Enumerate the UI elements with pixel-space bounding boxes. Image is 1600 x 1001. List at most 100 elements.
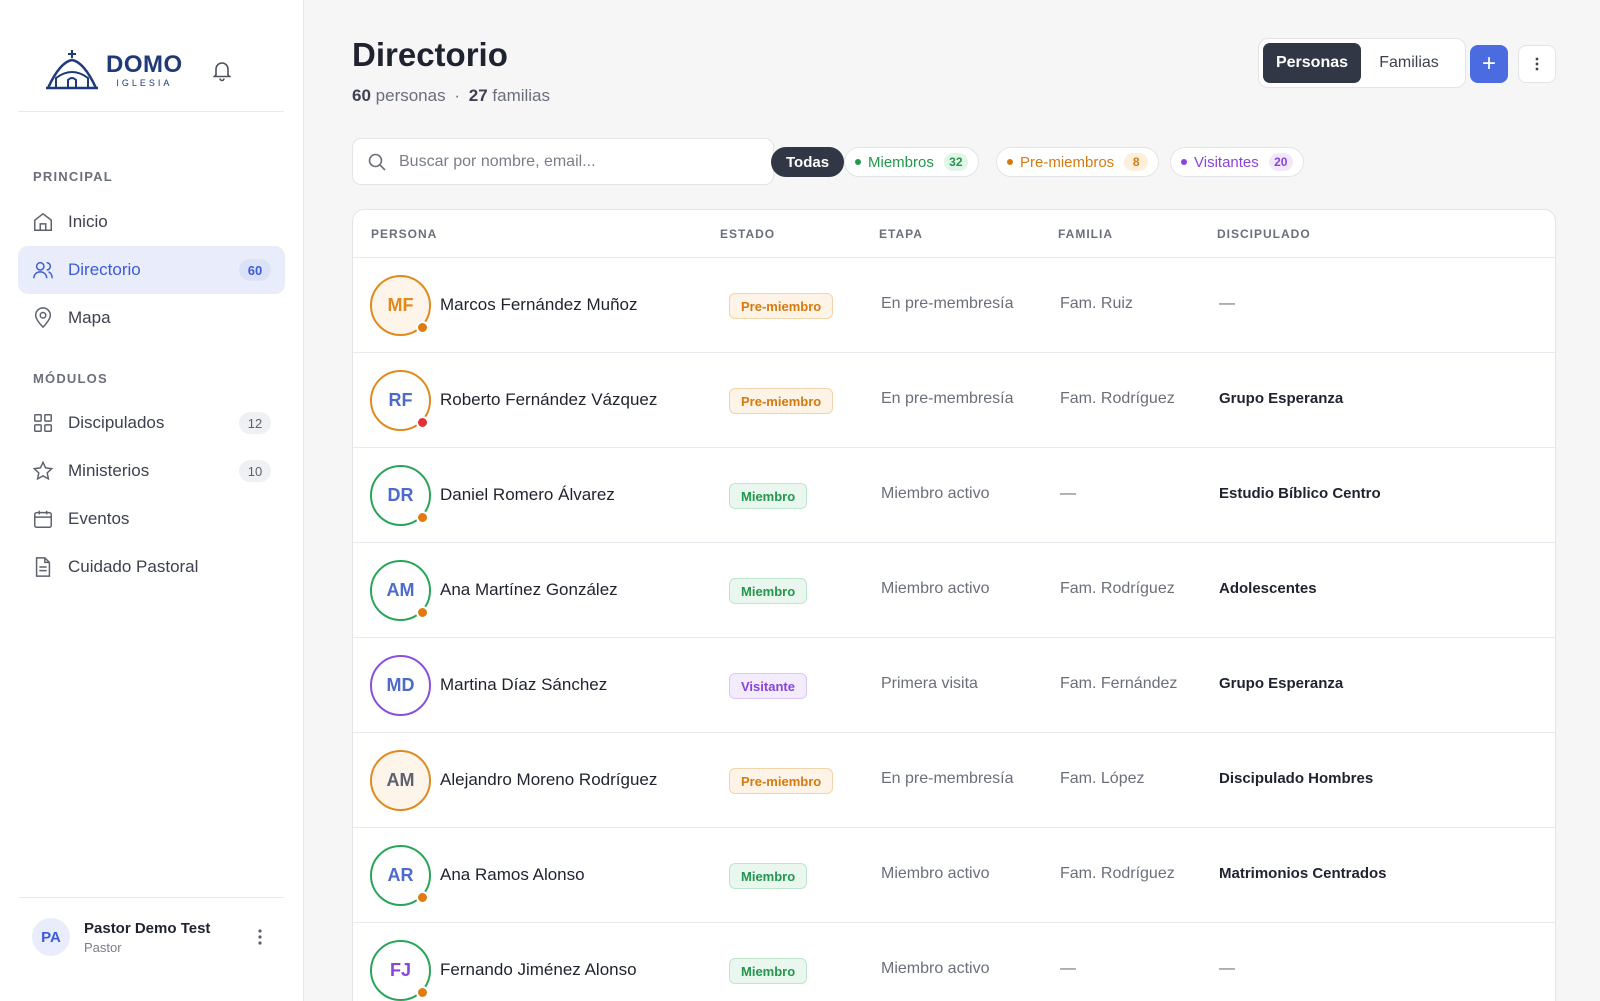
- discipulado-cell: —: [1219, 960, 1235, 977]
- sidebar-item-label: Directorio: [68, 260, 141, 279]
- sidebar: DOMO IGLESIA PRINCIPAL Inicio Directorio…: [0, 0, 304, 1001]
- table-row[interactable]: FJ Fernando Jiménez Alonso Miembro Miemb…: [353, 923, 1555, 1001]
- avatar: MF: [370, 275, 431, 336]
- sidebar-item-cuidado-pastoral[interactable]: Cuidado Pastoral: [18, 543, 285, 591]
- status-dot: [416, 321, 429, 334]
- search-input[interactable]: [399, 152, 759, 171]
- etapa-cell: En pre-membresía: [881, 295, 1014, 312]
- home-icon: [34, 212, 52, 231]
- sidebar-item-directorio[interactable]: Directorio 60: [18, 246, 285, 294]
- etapa-cell: Miembro activo: [881, 580, 990, 597]
- filter-chip-todas[interactable]: Todas: [771, 147, 845, 177]
- status-badge: Pre-miembro: [729, 293, 834, 319]
- person-name[interactable]: Ana Ramos Alonso: [440, 865, 585, 885]
- person-name[interactable]: Ana Martínez González: [440, 580, 618, 600]
- status-badge: Miembro: [729, 578, 808, 604]
- table-row[interactable]: MF Marcos Fernández Muñoz Pre-miembro En…: [353, 258, 1555, 353]
- familia-cell: Fam. López: [1060, 770, 1145, 787]
- sidebar-item-label: Eventos: [68, 509, 130, 528]
- person-name[interactable]: Roberto Fernández Vázquez: [440, 390, 657, 410]
- etapa-cell: Miembro activo: [881, 485, 990, 502]
- sidebar-item-eventos[interactable]: Eventos: [18, 495, 285, 543]
- directory-table: PERSONA ESTADO ETAPA FAMILIA DISCIPULADO…: [352, 209, 1556, 1001]
- sidebar-item-inicio[interactable]: Inicio: [18, 198, 285, 246]
- person-name[interactable]: Alejandro Moreno Rodríguez: [440, 770, 657, 790]
- discipulado-cell: Estudio Bíblico Centro: [1219, 485, 1381, 502]
- discipulado-cell: Grupo Esperanza: [1219, 390, 1344, 407]
- status-dot: [855, 159, 861, 165]
- sidebar-item-discipulados[interactable]: Discipulados 12: [18, 399, 285, 447]
- status-dot: [416, 606, 429, 619]
- avatar: AR: [370, 845, 431, 906]
- subtitle-separator: ·: [454, 86, 460, 105]
- familia-cell: Fam. Rodríguez: [1060, 865, 1175, 882]
- table-row[interactable]: DR Daniel Romero Álvarez Miembro Miembro…: [353, 448, 1555, 543]
- etapa-cell: En pre-membresía: [881, 390, 1014, 407]
- page-title: Directorio: [352, 36, 508, 73]
- familias-label: familias: [492, 86, 551, 105]
- status-dot: [1181, 159, 1187, 165]
- table-row[interactable]: AM Ana Martínez González Miembro Miembro…: [353, 543, 1555, 638]
- column-header-etapa[interactable]: ETAPA: [879, 227, 923, 241]
- filter-chip-visitantes[interactable]: Visitantes 20: [1170, 147, 1304, 177]
- status-dot: [416, 416, 429, 429]
- avatar: FJ: [370, 940, 431, 1001]
- etapa-cell: Primera visita: [881, 675, 978, 692]
- familia-cell: Fam. Ruiz: [1060, 295, 1133, 312]
- table-row[interactable]: AR Ana Ramos Alonso Miembro Miembro acti…: [353, 828, 1555, 923]
- table-row[interactable]: RF Roberto Fernández Vázquez Pre-miembro…: [353, 353, 1555, 448]
- status-dot: [416, 986, 429, 999]
- person-name[interactable]: Daniel Romero Álvarez: [440, 485, 615, 505]
- person-name[interactable]: Fernando Jiménez Alonso: [440, 960, 637, 980]
- sidebar-item-count: 60: [239, 259, 271, 281]
- add-button[interactable]: +: [1470, 45, 1508, 83]
- filter-chip-label: Miembros: [868, 153, 934, 171]
- main-content: Directorio 60 personas · 27 familias Per…: [304, 0, 1600, 1001]
- filter-chip-count: 20: [1268, 153, 1293, 171]
- brand-logo[interactable]: DOMO IGLESIA: [44, 48, 183, 92]
- column-header-persona[interactable]: PERSONA: [371, 227, 437, 241]
- section-label-principal: PRINCIPAL: [33, 169, 113, 184]
- familia-cell: —: [1060, 960, 1076, 977]
- avatar: MD: [370, 655, 431, 716]
- status-badge: Pre-miembro: [729, 768, 834, 794]
- more-options-button[interactable]: [1518, 45, 1556, 83]
- user-card[interactable]: PA Pastor Demo Test Pastor: [18, 898, 284, 976]
- discipulado-cell: Discipulado Hombres: [1219, 770, 1374, 787]
- familia-cell: —: [1060, 485, 1076, 502]
- bell-icon[interactable]: [210, 58, 234, 82]
- person-name[interactable]: Marcos Fernández Muñoz: [440, 295, 637, 315]
- section-label-modulos: MÓDULOS: [33, 371, 108, 386]
- sidebar-item-mapa[interactable]: Mapa: [18, 294, 285, 342]
- avatar-initials: MD: [386, 675, 415, 695]
- familias-count: 27: [468, 86, 488, 105]
- filter-chip-miembros[interactable]: Miembros 32: [844, 147, 979, 177]
- column-header-discipulado[interactable]: DISCIPULADO: [1217, 227, 1311, 241]
- avatar: AM: [370, 750, 431, 811]
- toggle-familias[interactable]: Familias: [1361, 43, 1457, 83]
- sidebar-item-label: Ministerios: [68, 461, 150, 480]
- column-header-estado[interactable]: ESTADO: [720, 227, 775, 241]
- column-header-familia[interactable]: FAMILIA: [1058, 227, 1113, 241]
- avatar-initials: MF: [387, 295, 414, 315]
- table-header: PERSONA ESTADO ETAPA FAMILIA DISCIPULADO: [353, 210, 1555, 258]
- discipulado-cell: Matrimonios Centrados: [1219, 865, 1387, 882]
- star-icon: [32, 460, 54, 481]
- etapa-cell: En pre-membresía: [881, 770, 1014, 787]
- filter-chip-count: 8: [1124, 153, 1149, 171]
- user-role: Pastor: [84, 939, 122, 955]
- person-name[interactable]: Martina Díaz Sánchez: [440, 675, 607, 695]
- toggle-personas[interactable]: Personas: [1263, 43, 1361, 83]
- familia-cell: Fam. Rodríguez: [1060, 390, 1175, 407]
- table-row[interactable]: AM Alejandro Moreno Rodríguez Pre-miembr…: [353, 733, 1555, 828]
- table-row[interactable]: MD Martina Díaz Sánchez Visitante Primer…: [353, 638, 1555, 733]
- discipulado-cell: —: [1219, 295, 1235, 312]
- more-vertical-icon[interactable]: [250, 927, 270, 947]
- filter-chip-pre-miembros[interactable]: Pre-miembros 8: [996, 147, 1160, 177]
- map-pin-icon: [34, 307, 52, 329]
- familia-cell: Fam. Rodríguez: [1060, 580, 1175, 597]
- document-icon: [35, 557, 51, 577]
- sidebar-item-ministerios[interactable]: Ministerios 10: [18, 447, 285, 495]
- page-subtitle: 60 personas · 27 familias: [352, 86, 550, 106]
- brand-name: DOMO: [106, 50, 183, 78]
